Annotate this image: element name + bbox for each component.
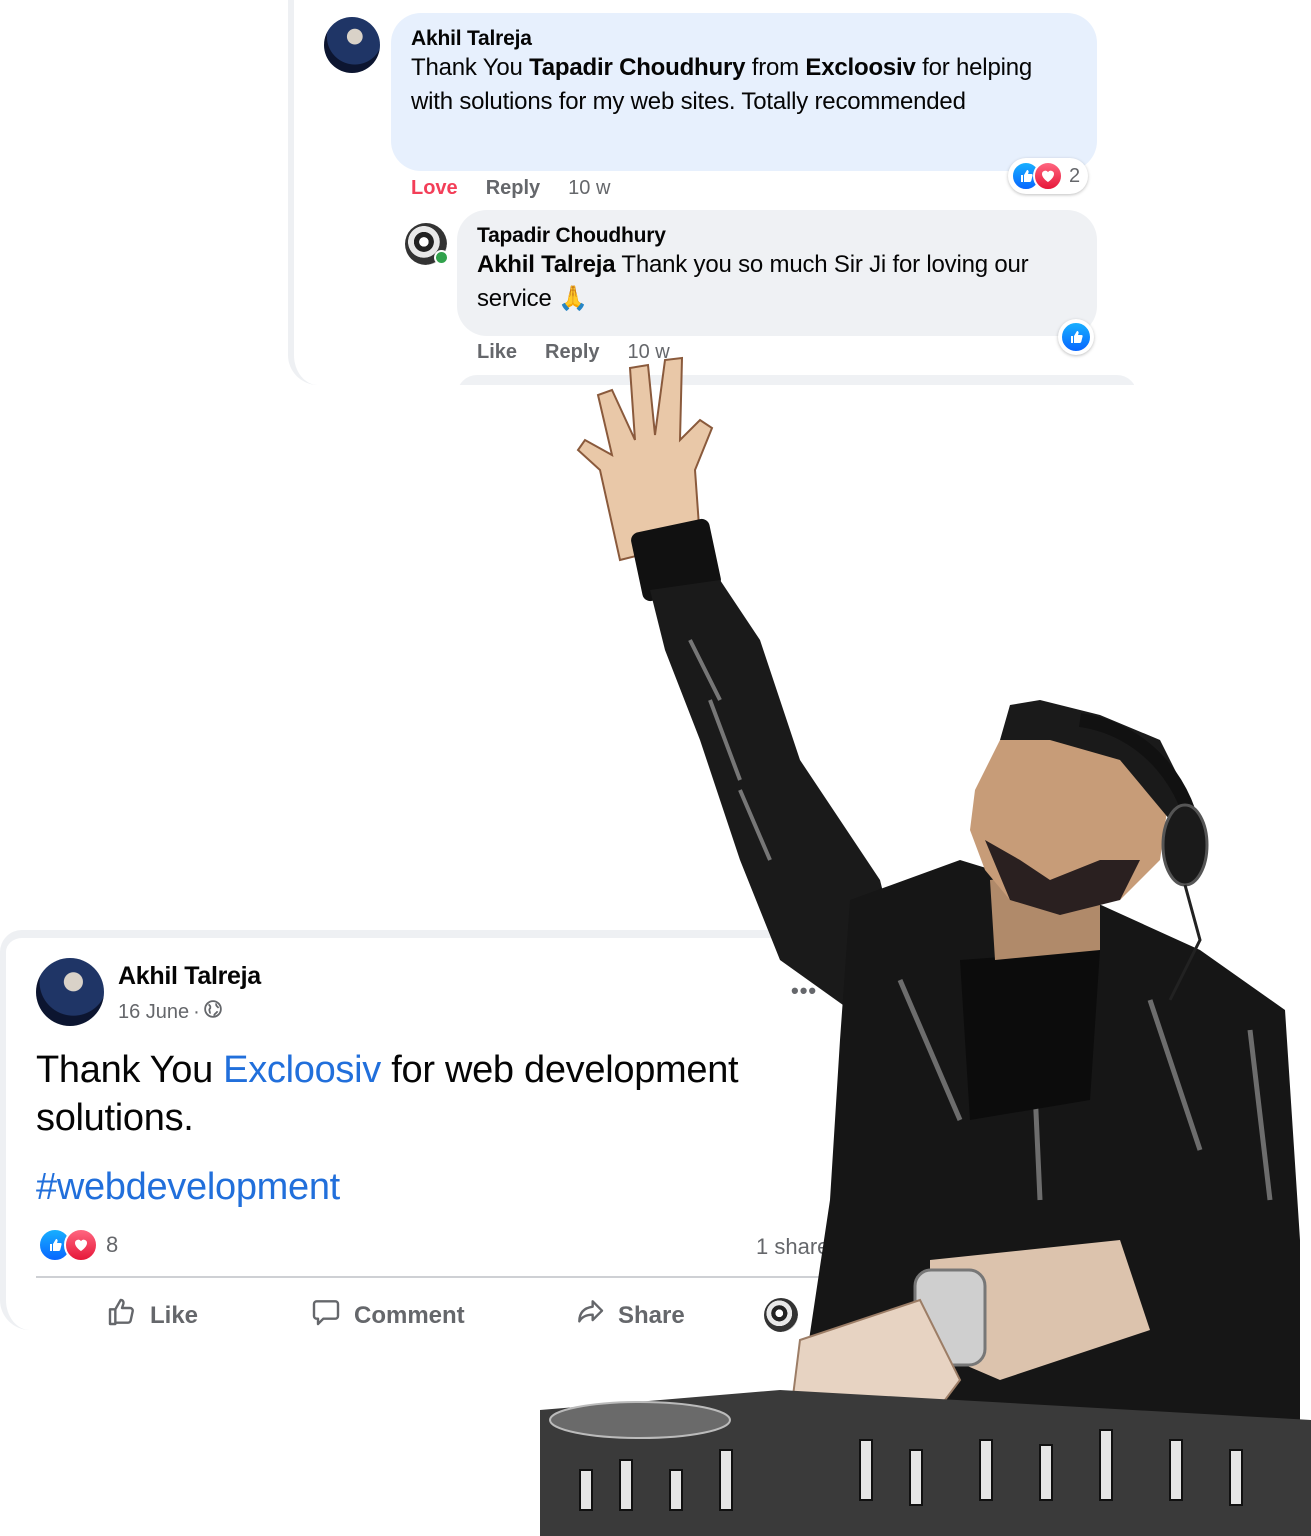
post-author-avatar[interactable]: [36, 958, 104, 1026]
hair: [1000, 700, 1190, 820]
reply-bubble: Tapadir Choudhury Akhil Talreja Thank yo…: [457, 210, 1097, 336]
reply-button[interactable]: Reply: [545, 341, 599, 364]
commenter-avatar[interactable]: [324, 17, 380, 73]
comment-icon: [310, 1296, 342, 1335]
reply-text: Akhil Talreja Thank you so much Sir Ji f…: [477, 251, 1029, 312]
post-comment-button[interactable]: Comment: [310, 1296, 465, 1335]
comment-author[interactable]: Akhil Talreja: [411, 27, 1077, 51]
share-as-avatar[interactable]: [764, 1298, 798, 1332]
reply-mention[interactable]: Akhil Talreja: [477, 251, 616, 278]
comment-bubble: Akhil Talreja Thank You Tapadir Choudhur…: [391, 13, 1097, 171]
reply-author[interactable]: Tapadir Choudhury: [477, 224, 1077, 248]
like-icon: [1060, 321, 1092, 353]
post-card: Akhil Talreja 16 June · ••• Thank You Ex…: [0, 930, 860, 1332]
comment-timestamp[interactable]: 10 w: [568, 177, 610, 200]
headphones: [1078, 713, 1202, 841]
comment-actions: Love Reply 10 w: [411, 177, 610, 200]
post-share-button[interactable]: Share: [574, 1296, 685, 1335]
globe-icon: [204, 1000, 222, 1024]
love-icon: [1033, 161, 1063, 191]
turntable: [549, 1401, 731, 1439]
comment-thread-card: Akhil Talreja Thank You Tapadir Choudhur…: [288, 0, 1134, 385]
online-status-indicator: [434, 250, 449, 265]
post-meta: 16 June ·: [118, 1000, 222, 1024]
post-text: Thank You Excloosiv for web development …: [36, 1049, 739, 1139]
like-button[interactable]: Like: [477, 341, 517, 364]
comment-text-part: from: [745, 54, 806, 81]
reply-reactions[interactable]: [1058, 319, 1094, 355]
wristwatch: [913, 1268, 987, 1367]
mixer-knobs: [579, 1429, 1243, 1511]
forearm: [930, 1240, 1150, 1380]
thumbs-up-icon: [106, 1296, 138, 1335]
dj-controller: [540, 1390, 1311, 1536]
neck: [990, 870, 1100, 960]
face: [970, 720, 1170, 910]
post-author[interactable]: Akhil Talreja: [118, 962, 261, 991]
love-reaction-button[interactable]: Love: [411, 177, 458, 200]
divider: [36, 1276, 836, 1278]
reply-actions: Like Reply 10 w: [477, 341, 670, 364]
comment-reaction-count: 2: [1069, 164, 1081, 187]
love-icon: [64, 1228, 98, 1262]
post-share-count[interactable]: 1 share: [756, 1234, 829, 1260]
comment-text: Thank You Tapadir Choudhury from Excloos…: [411, 51, 1077, 119]
raised-hand: [576, 356, 714, 562]
comment-text-part: Thank You: [411, 54, 530, 81]
more-options-button[interactable]: •••: [791, 978, 817, 1004]
folded-hands-emoji: 🙏: [558, 285, 588, 312]
page-mention-link[interactable]: Excloosiv: [223, 1049, 381, 1091]
post-like-button[interactable]: Like: [106, 1296, 198, 1335]
next-reply-bubble-partial: [457, 375, 1134, 385]
comment-reactions[interactable]: 2: [1008, 158, 1089, 194]
beard: [985, 840, 1140, 915]
reply-button[interactable]: Reply: [486, 177, 540, 200]
post-date[interactable]: 16 June: [118, 1001, 189, 1024]
post-reaction-count: 8: [106, 1232, 119, 1257]
post-reactions[interactable]: 8: [38, 1228, 118, 1262]
wristband: [631, 518, 721, 602]
mention-link[interactable]: Excloosiv: [805, 54, 915, 81]
mention-link[interactable]: Tapadir Choudhury: [529, 54, 745, 81]
hashtag-link[interactable]: #webdevelopment: [36, 1166, 340, 1209]
reply-timestamp[interactable]: 10 w: [628, 341, 670, 364]
share-arrow-icon: [574, 1296, 606, 1335]
